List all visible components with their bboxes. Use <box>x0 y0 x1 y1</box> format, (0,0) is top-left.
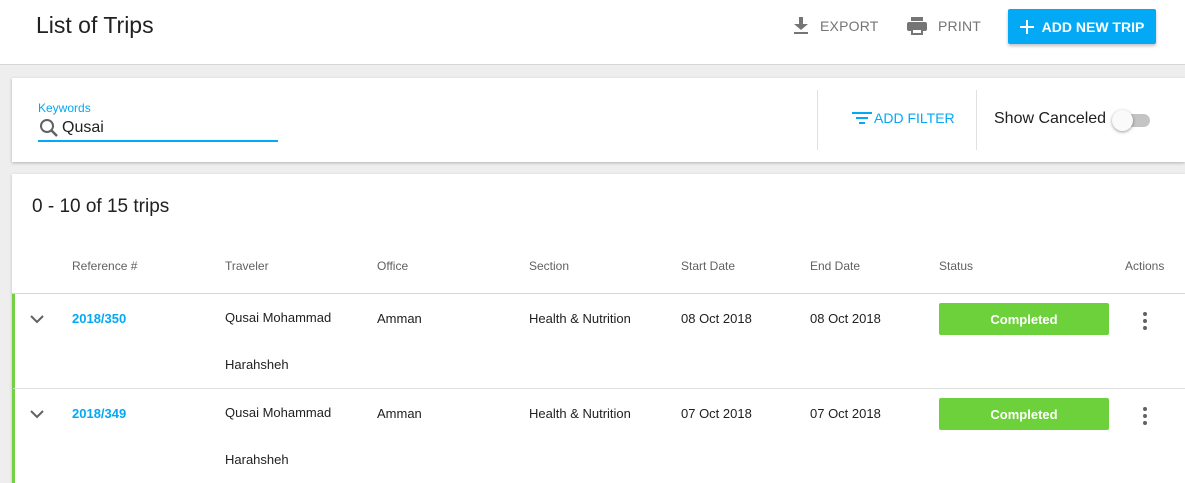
page-header: List of Trips EXPORT PRINT ADD NEW TRIP <box>0 0 1185 65</box>
results-count: 0 - 10 of 15 trips <box>32 196 170 217</box>
end-date: 07 Oct 2018 <box>810 406 881 421</box>
keywords-input[interactable] <box>62 119 262 137</box>
add-new-trip-label: ADD NEW TRIP <box>1041 18 1145 35</box>
add-new-trip-button[interactable]: ADD NEW TRIP <box>1008 9 1156 44</box>
start-date: 07 Oct 2018 <box>681 406 752 421</box>
show-canceled-toggle[interactable] <box>1112 110 1150 131</box>
show-canceled-label: Show Canceled <box>994 110 1107 127</box>
column-header-traveler[interactable]: Traveler <box>225 259 269 273</box>
office: Amman <box>377 406 422 421</box>
plus-icon <box>1019 19 1034 34</box>
download-icon <box>794 17 808 34</box>
reference-link[interactable]: 2018/349 <box>72 406 126 421</box>
more-vert-icon[interactable] <box>1137 406 1153 426</box>
table-row[interactable]: 2018/349 Qusai Mohammad Harahsheh Amman … <box>12 389 1185 483</box>
divider <box>976 90 977 150</box>
traveler-second-line: Harahsheh <box>225 452 289 467</box>
export-label: EXPORT <box>820 18 879 34</box>
page-title: List of Trips <box>36 12 154 38</box>
print-button[interactable]: PRINT <box>906 14 981 38</box>
column-header-end-date[interactable]: End Date <box>810 259 860 273</box>
add-filter-label: ADD FILTER <box>874 110 955 126</box>
column-header-office[interactable]: Office <box>377 259 408 273</box>
section: Health & Nutrition <box>529 406 631 421</box>
traveler-first-line: Qusai Mohammad <box>225 310 332 325</box>
add-filter-button[interactable]: ADD FILTER <box>852 110 955 126</box>
more-vert-icon[interactable] <box>1137 311 1153 331</box>
keywords-label: Keywords <box>38 101 91 115</box>
column-header-section[interactable]: Section <box>529 259 569 273</box>
traveler-name: Qusai Mohammad Harahsheh <box>225 294 355 388</box>
column-header-start-date[interactable]: Start Date <box>681 259 735 273</box>
keywords-field[interactable] <box>38 116 278 142</box>
end-date: 08 Oct 2018 <box>810 311 881 326</box>
filter-panel: Keywords ADD FILTER Show Canceled <box>12 78 1185 162</box>
print-label: PRINT <box>938 18 981 34</box>
filter-icon <box>852 112 872 124</box>
traveler-second-line: Harahsheh <box>225 357 289 372</box>
traveler-name: Qusai Mohammad Harahsheh <box>225 389 355 483</box>
status-badge: Completed <box>939 398 1109 430</box>
chevron-down-icon[interactable] <box>29 311 45 327</box>
traveler-first-line: Qusai Mohammad <box>225 405 332 420</box>
search-icon <box>40 119 58 137</box>
column-header-reference[interactable]: Reference # <box>72 259 137 273</box>
office: Amman <box>377 311 422 326</box>
reference-link[interactable]: 2018/350 <box>72 311 126 326</box>
start-date: 08 Oct 2018 <box>681 311 752 326</box>
status-badge: Completed <box>939 303 1109 335</box>
table-row[interactable]: 2018/350 Qusai Mohammad Harahsheh Amman … <box>12 294 1185 389</box>
column-header-actions: Actions <box>1125 259 1165 273</box>
toggle-thumb <box>1112 110 1133 131</box>
column-header-status[interactable]: Status <box>939 259 973 273</box>
trips-table: 0 - 10 of 15 trips Reference # Traveler … <box>12 174 1185 483</box>
export-button[interactable]: EXPORT <box>792 14 879 38</box>
section: Health & Nutrition <box>529 311 631 326</box>
chevron-down-icon[interactable] <box>29 406 45 422</box>
print-icon <box>907 17 927 35</box>
divider <box>817 90 818 150</box>
